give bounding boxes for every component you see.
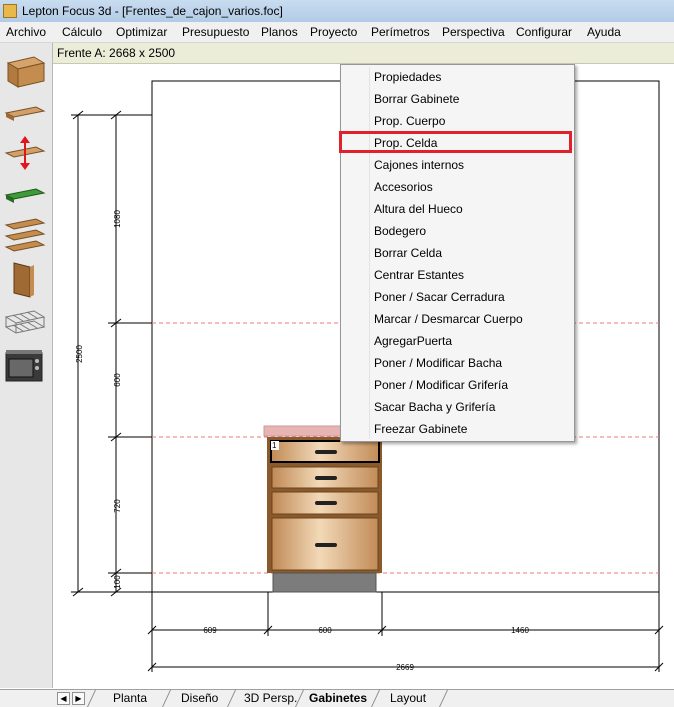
menu-item-borrar-celda[interactable]: Borrar Celda <box>374 246 442 260</box>
menu-item-sacar-bacha[interactable]: Sacar Bacha y Grifería <box>374 400 495 414</box>
front-info-bar: Frente A: 2668 x 2500 <box>53 43 674 64</box>
dim-width-1: 609 <box>203 626 217 635</box>
menu-item-griferia[interactable]: Poner / Modificar Grifería <box>374 378 508 392</box>
window-title: Lepton Focus 3d - [Frentes_de_cajon_vari… <box>22 4 283 18</box>
stacked-shelves-icon[interactable] <box>4 217 46 255</box>
menu-item-prop-celda[interactable]: Prop. Celda <box>374 136 437 150</box>
dim-width-2: 600 <box>318 626 332 635</box>
menu-archivo[interactable]: Archivo <box>6 25 46 39</box>
menu-bar: Archivo Cálculo Optimizar Presupuesto Pl… <box>0 22 674 43</box>
menu-ayuda[interactable]: Ayuda <box>587 25 621 39</box>
menu-item-bodegero[interactable]: Bodegero <box>374 224 426 238</box>
menu-proyecto[interactable]: Proyecto <box>310 25 357 39</box>
tab-gabinetes[interactable]: Gabinetes <box>309 691 367 705</box>
menu-configurar[interactable]: Configurar <box>516 25 572 39</box>
title-bar: Lepton Focus 3d - [Frentes_de_cajon_vari… <box>0 0 674 22</box>
tab-separator <box>227 690 236 707</box>
context-menu: Propiedades Borrar Gabinete Prop. Cuerpo… <box>339 64 575 442</box>
dim-width-3: 1460 <box>511 626 529 635</box>
dim-total-height: 2500 <box>75 345 84 363</box>
menu-gutter <box>369 67 370 439</box>
menu-item-agregar-puerta[interactable]: AgregarPuerta <box>374 334 452 348</box>
tab-separator <box>162 690 171 707</box>
tab-scroll-right-icon[interactable]: ▶ <box>72 692 85 705</box>
left-toolbar <box>0 43 53 688</box>
menu-item-bacha[interactable]: Poner / Modificar Bacha <box>374 356 502 370</box>
green-shelf-icon[interactable] <box>4 177 46 215</box>
tab-separator <box>371 690 380 707</box>
dim-segment-4: 100 <box>113 575 122 589</box>
dim-segment-3: 720 <box>113 499 122 513</box>
drawer-cabinet[interactable]: 1 <box>263 425 383 593</box>
menu-perimetros[interactable]: Perímetros <box>371 25 430 39</box>
menu-item-centrar-estantes[interactable]: Centrar Estantes <box>374 268 464 282</box>
tab-diseno[interactable]: Diseño <box>181 691 218 705</box>
wire-basket-icon[interactable] <box>4 303 46 341</box>
dim-total-width: 2669 <box>396 663 414 672</box>
bottom-left-strip <box>0 689 53 707</box>
tab-3d-persp[interactable]: 3D Persp. <box>244 691 297 705</box>
oven-icon[interactable] <box>4 347 46 385</box>
menu-item-cajones-internos[interactable]: Cajones internos <box>374 158 464 172</box>
tab-separator <box>87 690 96 707</box>
dim-segment-1: 1080 <box>113 210 122 228</box>
menu-presupuesto[interactable]: Presupuesto <box>182 25 249 39</box>
menu-optimizar[interactable]: Optimizar <box>116 25 167 39</box>
menu-item-prop-cuerpo[interactable]: Prop. Cuerpo <box>374 114 445 128</box>
shelf-icon[interactable] <box>4 95 46 133</box>
app-icon <box>3 4 17 18</box>
menu-item-cerradura[interactable]: Poner / Sacar Cerradura <box>374 290 505 304</box>
tab-scroll-left-icon[interactable]: ◀ <box>57 692 70 705</box>
menu-item-marcar-cuerpo[interactable]: Marcar / Desmarcar Cuerpo <box>374 312 523 326</box>
cell-number-label: 1 <box>272 441 277 450</box>
view-tab-bar: ◀ ▶ Planta Diseño 3D Persp. Gabinetes La… <box>53 689 674 707</box>
menu-item-accesorios[interactable]: Accesorios <box>374 180 433 194</box>
tab-layout[interactable]: Layout <box>390 691 426 705</box>
menu-planos[interactable]: Planos <box>261 25 298 39</box>
tab-planta[interactable]: Planta <box>113 691 147 705</box>
move-shelf-icon[interactable] <box>4 135 46 173</box>
menu-item-freezar-gabinete[interactable]: Freezar Gabinete <box>374 422 467 436</box>
dim-segment-2: 600 <box>113 373 122 387</box>
menu-perspectiva[interactable]: Perspectiva <box>442 25 505 39</box>
tab-separator <box>439 690 448 707</box>
front-dimensions-label: Frente A: 2668 x 2500 <box>57 46 176 60</box>
door-panel-icon[interactable] <box>4 261 46 299</box>
cabinet-box-icon[interactable] <box>4 53 46 91</box>
menu-calculo[interactable]: Cálculo <box>62 25 102 39</box>
menu-item-altura-hueco[interactable]: Altura del Hueco <box>374 202 463 216</box>
menu-item-propiedades[interactable]: Propiedades <box>374 70 441 84</box>
menu-item-borrar-gabinete[interactable]: Borrar Gabinete <box>374 92 459 106</box>
